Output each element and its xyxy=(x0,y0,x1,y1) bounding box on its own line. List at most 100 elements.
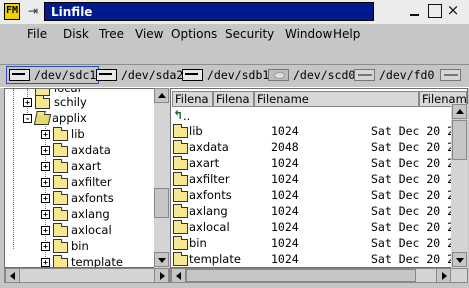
tree-item-label: axfilter xyxy=(71,175,112,189)
folder-icon xyxy=(53,143,68,157)
app-icon[interactable]: FM xyxy=(4,3,20,20)
menu-view[interactable]: View xyxy=(135,27,163,41)
scroll-left-button[interactable] xyxy=(5,268,20,283)
window-title-box[interactable]: Linfile xyxy=(44,2,374,21)
menu-tree[interactable]: Tree xyxy=(99,27,124,41)
column-header-filename[interactable]: Filename xyxy=(254,91,419,107)
file-row[interactable]: axfilter 1024 Sat Dec 20 20 xyxy=(171,171,461,187)
file-row[interactable]: axdata 2048 Sat Dec 20 20 xyxy=(171,139,461,155)
arrow-up-icon xyxy=(456,109,464,114)
folder-icon xyxy=(53,239,68,253)
arrow-right-icon xyxy=(160,272,165,280)
menu-disk[interactable]: Disk xyxy=(63,27,89,41)
file-name: bin xyxy=(189,236,207,250)
menu-help[interactable]: Help xyxy=(333,27,360,41)
drive-label: /dev/fd0 xyxy=(379,68,435,82)
tree-item-lib[interactable]: + lib xyxy=(5,126,165,142)
drive-sdc1[interactable]: /dev/sdc1 xyxy=(6,66,100,84)
expand-icon[interactable]: + xyxy=(41,178,50,187)
expand-icon[interactable]: + xyxy=(41,258,50,267)
file-vertical-scrollbar[interactable] xyxy=(451,104,468,268)
scroll-right-button[interactable] xyxy=(154,268,169,283)
tree-item-template[interactable]: + template xyxy=(5,254,165,268)
tree-item-applix[interactable]: - applix xyxy=(5,110,165,126)
directory-tree-panel[interactable]: local + schily - applix + lib + axdata + xyxy=(4,88,170,268)
arrow-down-icon xyxy=(158,258,166,263)
scroll-up-button[interactable] xyxy=(452,104,467,119)
file-name: template xyxy=(189,252,241,266)
close-icon[interactable]: × xyxy=(446,3,460,18)
file-name: axlang xyxy=(189,204,228,218)
column-header-name-2[interactable]: Filena xyxy=(213,91,254,107)
tree-vertical-scrollbar[interactable] xyxy=(154,88,170,268)
file-row[interactable]: axfonts 1024 Sat Dec 20 20 xyxy=(171,187,461,203)
tree-item-label: lib xyxy=(71,127,85,141)
file-row[interactable]: template 1024 Sat Dec 20 20 xyxy=(171,251,461,267)
scroll-thumb[interactable] xyxy=(186,269,416,282)
title-bar[interactable]: FM ⇥ Linfile × xyxy=(0,0,469,25)
file-list-panel[interactable]: Filena Filena Filename Filenam ↰ .. lib … xyxy=(170,88,468,268)
file-horizontal-scrollbar[interactable] xyxy=(170,268,468,283)
expand-icon[interactable]: + xyxy=(41,194,50,203)
file-size: 1024 xyxy=(271,156,299,170)
expand-icon[interactable]: + xyxy=(41,130,50,139)
folder-icon xyxy=(173,172,188,186)
pin-icon[interactable]: ⇥ xyxy=(25,4,41,18)
file-row[interactable]: bin 1024 Sat Dec 20 20 xyxy=(171,235,461,251)
expand-icon[interactable]: + xyxy=(41,226,50,235)
file-row[interactable]: axlocal 1024 Sat Dec 20 20 xyxy=(171,219,461,235)
menu-window[interactable]: Window xyxy=(285,27,332,41)
file-date: Sat Dec 20 20 xyxy=(371,220,462,234)
drive-extra[interactable] xyxy=(438,66,467,84)
maximize-icon[interactable] xyxy=(428,4,442,18)
scroll-left-button[interactable] xyxy=(171,268,186,283)
drive-sdb1[interactable]: /dev/sdb1 xyxy=(180,66,271,84)
column-header-name[interactable]: Filena xyxy=(172,91,213,107)
scroll-down-button[interactable] xyxy=(154,252,169,267)
tree-item-axfonts[interactable]: + axfonts xyxy=(5,190,165,206)
file-size: 1024 xyxy=(271,236,299,250)
minimize-icon[interactable] xyxy=(408,4,422,18)
menu-file[interactable]: File xyxy=(27,27,47,41)
expand-icon[interactable]: + xyxy=(41,242,50,251)
drive-label: /dev/sdc1 xyxy=(34,68,97,82)
drive-scd0[interactable]: /dev/scd0 xyxy=(266,66,357,84)
open-folder-icon xyxy=(33,114,52,125)
drive-fd0[interactable]: /dev/fd0 xyxy=(352,66,436,84)
scroll-down-button[interactable] xyxy=(452,252,467,267)
expand-icon[interactable]: + xyxy=(23,98,32,107)
expand-icon[interactable]: + xyxy=(41,146,50,155)
tree-item-axart[interactable]: + axart xyxy=(5,158,165,174)
folder-icon xyxy=(53,127,68,141)
tree-item-label: schily xyxy=(54,95,87,109)
file-date: Sat Dec 20 20 xyxy=(371,236,462,250)
file-date: Sat Dec 20 20 xyxy=(371,204,462,218)
expand-icon[interactable]: + xyxy=(41,162,50,171)
tree-item-label: template xyxy=(71,255,123,268)
file-size: 1024 xyxy=(271,188,299,202)
file-row[interactable]: axlang 1024 Sat Dec 20 20 xyxy=(171,203,461,219)
tree-item-schily[interactable]: + schily xyxy=(5,94,165,110)
file-row[interactable]: lib 1024 Sat Dec 20 20 xyxy=(171,123,461,139)
tree-item-label: axart xyxy=(71,159,102,173)
arrow-up-icon xyxy=(158,93,166,98)
tree-item-axlocal[interactable]: + axlocal xyxy=(5,222,165,238)
tree-item-label: axlocal xyxy=(71,223,112,237)
hard-disk-icon xyxy=(96,69,117,81)
tree-item-bin[interactable]: + bin xyxy=(5,238,165,254)
menu-options[interactable]: Options xyxy=(171,27,217,41)
tree-item-axlang[interactable]: + axlang xyxy=(5,206,165,222)
scroll-up-button[interactable] xyxy=(154,88,169,103)
parent-dir-row[interactable]: ↰ .. xyxy=(171,108,453,124)
collapse-icon[interactable]: - xyxy=(23,114,32,123)
drive-sda2[interactable]: /dev/sda2 xyxy=(94,66,185,84)
tree-item-axdata[interactable]: + axdata xyxy=(5,142,165,158)
scroll-thumb[interactable] xyxy=(452,120,467,160)
expand-icon[interactable]: + xyxy=(41,210,50,219)
menu-security[interactable]: Security xyxy=(225,27,274,41)
scroll-right-button[interactable] xyxy=(436,268,451,283)
tree-item-axfilter[interactable]: + axfilter xyxy=(5,174,165,190)
scroll-thumb[interactable] xyxy=(154,188,169,218)
file-row[interactable]: axart 1024 Sat Dec 20 20 xyxy=(171,155,461,171)
tree-horizontal-scrollbar[interactable] xyxy=(4,268,170,283)
